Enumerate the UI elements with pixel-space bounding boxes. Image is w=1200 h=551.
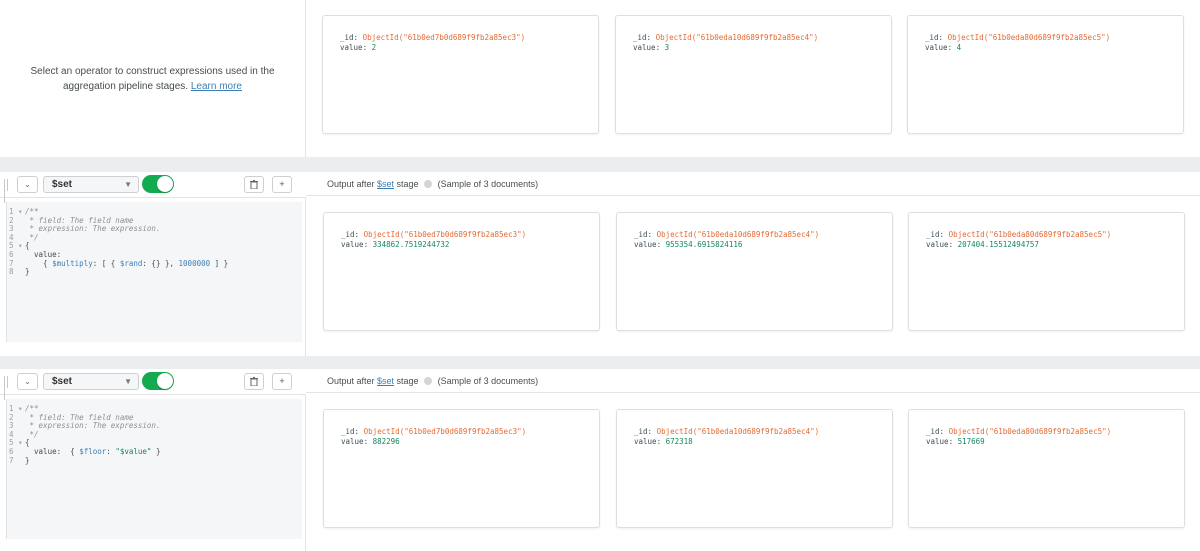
value-key: value:	[926, 437, 954, 446]
document-card: _id: ObjectId("61b0eda10d689f9fb2a85ec4"…	[615, 15, 892, 134]
objectid-value: ObjectId("61b0eda10d689f9fb2a85ec4")	[655, 33, 819, 42]
field-value: 3	[664, 43, 670, 52]
info-icon[interactable]	[424, 180, 433, 188]
drag-handle-icon[interactable]	[4, 179, 12, 203]
collapse-stage-button[interactable]: ⌄	[17, 373, 38, 390]
id-key: _id:	[633, 33, 652, 42]
drag-handle-icon[interactable]	[4, 376, 12, 400]
value-key: value:	[340, 43, 368, 52]
field-value: 672318	[665, 437, 693, 446]
id-key: _id:	[925, 33, 944, 42]
stage-enable-toggle[interactable]	[142, 372, 174, 390]
operator-docs-link[interactable]: $set	[377, 179, 394, 189]
stage-operator-select[interactable]: $set ▼	[43, 373, 139, 390]
chevron-down-icon: ▼	[124, 180, 132, 189]
delete-stage-button[interactable]	[244, 176, 264, 193]
add-stage-button[interactable]: +	[272, 176, 292, 193]
learn-more-link[interactable]: Learn more	[191, 81, 242, 92]
value-key: value:	[634, 240, 662, 249]
objectid-value: ObjectId("61b0eda80d689f9fb2a85ec5")	[948, 427, 1112, 436]
stage-output-header: Output after $set stage (Sample of 3 doc…	[306, 172, 1200, 196]
chevron-down-icon: ▼	[124, 377, 132, 386]
document-card: _id: ObjectId("61b0eda80d689f9fb2a85ec5"…	[907, 15, 1184, 134]
stage-toolbar: ⌄ $set ▼ +	[0, 172, 306, 203]
document-card: _id: ObjectId("61b0eda10d689f9fb2a85ec4"…	[616, 409, 893, 528]
stage-operator-select[interactable]: $set ▼	[43, 176, 139, 193]
pipeline-stage-1: ⌄ $set ▼ + 1 ▾/** 2 * field: The field n…	[0, 172, 1200, 356]
field-value: 517669	[957, 437, 985, 446]
document-card: _id: ObjectId("61b0ed7b0d689f9fb2a85ec3"…	[322, 15, 599, 134]
field-value: 2	[371, 43, 377, 52]
stage-toolbar: ⌄ $set ▼ +	[0, 369, 306, 400]
document-card: _id: ObjectId("61b0eda80d689f9fb2a85ec5"…	[908, 212, 1185, 331]
field-value: 882296	[372, 437, 400, 446]
stage-0-output-panel: _id: ObjectId("61b0ed7b0d689f9fb2a85ec3"…	[306, 0, 1200, 157]
document-card: _id: ObjectId("61b0ed7b0d689f9fb2a85ec3"…	[323, 409, 600, 528]
pipeline-stage-2: ⌄ $set ▼ + 1 ▾/** 2 * field: The field n…	[0, 369, 1200, 551]
field-value: 334862.7519244732	[372, 240, 450, 249]
stage-2-editor-panel: ⌄ $set ▼ + 1 ▾/** 2 * field: The field n…	[0, 369, 306, 551]
objectid-value: ObjectId("61b0eda80d689f9fb2a85ec5")	[948, 230, 1112, 239]
stage-2-output-panel: Output after $set stage (Sample of 3 doc…	[306, 369, 1200, 551]
stage-1-output-panel: Output after $set stage (Sample of 3 doc…	[306, 172, 1200, 356]
stage-code-editor[interactable]: 1 ▾/** 2 * field: The field name 3 * exp…	[6, 399, 302, 539]
document-card: _id: ObjectId("61b0eda80d689f9fb2a85ec5"…	[908, 409, 1185, 528]
id-key: _id:	[926, 230, 945, 239]
stage-operator-label: $set	[52, 179, 73, 190]
id-key: _id:	[340, 33, 359, 42]
value-key: value:	[633, 43, 661, 52]
id-key: _id:	[634, 427, 653, 436]
document-card: _id: ObjectId("61b0ed7b0d689f9fb2a85ec3"…	[323, 212, 600, 331]
stage-enable-toggle[interactable]	[142, 175, 174, 193]
info-icon[interactable]	[424, 377, 433, 385]
field-value: 207404.15512494757	[957, 240, 1039, 249]
stage-1-editor-panel: ⌄ $set ▼ + 1 ▾/** 2 * field: The field n…	[0, 172, 306, 356]
operator-hint: Select an operator to construct expressi…	[20, 64, 285, 94]
id-key: _id:	[341, 427, 360, 436]
objectid-value: ObjectId("61b0ed7b0d689f9fb2a85ec3")	[362, 33, 526, 42]
objectid-value: ObjectId("61b0eda80d689f9fb2a85ec5")	[947, 33, 1111, 42]
value-key: value:	[341, 240, 369, 249]
add-stage-button[interactable]: +	[272, 373, 292, 390]
value-key: value:	[925, 43, 953, 52]
pipeline-stage-0: Select an operator to construct expressi…	[0, 0, 1200, 157]
trash-icon	[250, 180, 258, 190]
stage-code-editor[interactable]: 1 ▾/** 2 * field: The field name 3 * exp…	[6, 202, 302, 342]
field-value: 955354.6915824116	[665, 240, 743, 249]
value-key: value:	[341, 437, 369, 446]
objectid-value: ObjectId("61b0eda10d689f9fb2a85ec4")	[656, 230, 820, 239]
trash-icon	[250, 377, 258, 387]
id-key: _id:	[341, 230, 360, 239]
value-key: value:	[926, 240, 954, 249]
operator-docs-link[interactable]: $set	[377, 376, 394, 386]
objectid-value: ObjectId("61b0ed7b0d689f9fb2a85ec3")	[363, 230, 527, 239]
objectid-value: ObjectId("61b0ed7b0d689f9fb2a85ec3")	[363, 427, 527, 436]
value-key: value:	[634, 437, 662, 446]
document-card: _id: ObjectId("61b0eda10d689f9fb2a85ec4"…	[616, 212, 893, 331]
field-value: 4	[956, 43, 962, 52]
id-key: _id:	[926, 427, 945, 436]
delete-stage-button[interactable]	[244, 373, 264, 390]
stage-operator-label: $set	[52, 376, 73, 387]
objectid-value: ObjectId("61b0eda10d689f9fb2a85ec4")	[656, 427, 820, 436]
collapse-stage-button[interactable]: ⌄	[17, 176, 38, 193]
stage-0-editor-panel: Select an operator to construct expressi…	[0, 0, 306, 157]
id-key: _id:	[634, 230, 653, 239]
stage-output-header: Output after $set stage (Sample of 3 doc…	[306, 369, 1200, 393]
